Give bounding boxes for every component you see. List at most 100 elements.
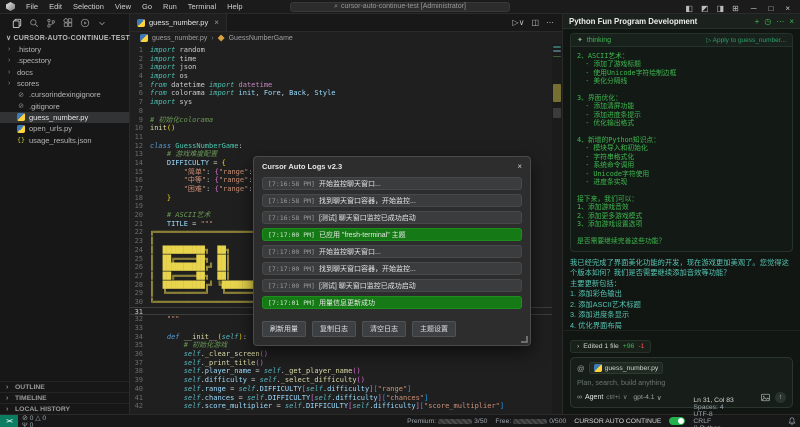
sidebar-item-scores[interactable]: ›scores	[0, 78, 129, 89]
resize-handle[interactable]	[521, 336, 528, 343]
add-chat-icon[interactable]: +	[755, 17, 760, 26]
eol[interactable]: CRLF	[689, 418, 784, 425]
cursor-position[interactable]: Ln 31, Col 83	[689, 397, 784, 404]
sidebar-item-guess-number-py[interactable]: guess_number.py	[0, 112, 129, 123]
tab-close-icon[interactable]: ×	[214, 18, 219, 27]
log-timestamp: [7:17:01 PM]	[268, 299, 315, 307]
command-center-search[interactable]: ⌕ cursor-auto-continue-test [Administrat…	[290, 2, 510, 12]
line-content: import sys	[150, 98, 192, 107]
menu-help[interactable]: Help	[222, 0, 247, 13]
dialog-header[interactable]: Cursor Auto Logs v2.3 ×	[254, 157, 530, 174]
more-actions-icon[interactable]: ⋯	[546, 18, 554, 27]
split-editor-icon[interactable]: ◫	[531, 18, 539, 27]
chevron-right-icon: ›	[8, 80, 13, 87]
sidebar-item-open-urls-py[interactable]: open_urls.py	[0, 123, 129, 134]
explorer-icon[interactable]	[12, 18, 22, 28]
thinking-header[interactable]: ✦ thinking ▷ Apply to guess_number...	[571, 34, 792, 47]
free-usage[interactable]: Free: 0/500	[491, 418, 570, 425]
line-content: import time	[150, 55, 196, 64]
more-icon[interactable]: ⋯	[776, 17, 784, 26]
code-line: 7import sys	[130, 98, 552, 107]
notifications-bell-icon[interactable]	[784, 417, 800, 425]
log-message: [测试] 聊天窗口监控已成功启动	[319, 281, 416, 291]
code-line: 8	[130, 107, 552, 116]
auto-continue-toggle[interactable]	[669, 417, 685, 425]
problems-indicator[interactable]: ⊘ 0 △ 0	[18, 414, 50, 422]
encoding[interactable]: UTF-8	[689, 411, 784, 418]
line-number: 35	[130, 341, 150, 350]
section-outline[interactable]: ›OUTLINE	[0, 381, 129, 392]
sidebar-item--history[interactable]: ›.history	[0, 44, 129, 55]
edited-files-pill[interactable]: › Edited 1 file +96 -1	[570, 340, 651, 353]
minimap[interactable]	[552, 44, 562, 414]
menu-terminal[interactable]: Terminal	[183, 0, 221, 13]
dialog-button-3[interactable]: 主题设置	[412, 321, 456, 337]
toggle-secondary-sidebar-icon[interactable]: ◨	[713, 3, 729, 14]
toggle-primary-sidebar-icon[interactable]: ◧	[681, 3, 697, 14]
log-entry: [7:17:00 PM][测试] 聊天窗口监控已成功启动	[262, 279, 522, 292]
sidebar-item--gitignore[interactable]: ⊘.gitignore	[0, 100, 129, 111]
menu-edit[interactable]: Edit	[44, 0, 67, 13]
toggle-panel-icon[interactable]: ◩	[697, 3, 713, 14]
ports-indicator[interactable]: Ψ 0	[18, 422, 50, 427]
breadcrumb-file[interactable]: guess_number.py	[152, 35, 207, 42]
auto-continue-label[interactable]: CURSOR AUTO CONTINUE	[570, 418, 665, 425]
sidebar-item-usage-results-json[interactable]: {}usage_results.json	[0, 134, 129, 145]
add-context-icon[interactable]: @	[577, 364, 585, 373]
run-button[interactable]: ▷∨	[512, 18, 524, 27]
context-file-pill[interactable]: guess_number.py	[589, 362, 664, 374]
log-list: [7:16:58 PM]开始监控聊天窗口...[7:16:58 PM]找到聊天窗…	[254, 174, 530, 309]
thinking-line: 是否需要继续完善这些功能？	[577, 237, 786, 245]
section-timeline[interactable]: ›TIMELINE	[0, 392, 129, 403]
apply-button[interactable]: ▷ Apply to guess_number...	[706, 36, 786, 44]
code-line: 12class GuessNumberGame:	[130, 142, 552, 151]
log-entry: [7:17:00 PM]找到聊天窗口容器，开始监控...	[262, 262, 522, 275]
chevron-right-icon: ›	[6, 395, 11, 402]
premium-usage[interactable]: Premium: 3/50	[403, 418, 491, 425]
menu-go[interactable]: Go	[137, 0, 157, 13]
tab-guess-number[interactable]: guess_number.py ×	[130, 14, 227, 31]
debug-icon[interactable]	[80, 18, 90, 28]
close-panel-icon[interactable]: ×	[789, 17, 794, 26]
line-number: 16	[130, 176, 150, 185]
remote-indicator[interactable]: ><	[0, 415, 18, 427]
sidebar: ∨ CURSOR-AUTO-CONTINUE-TEST ›.history›.s…	[0, 14, 130, 414]
file-label: .cursorindexingignore	[29, 90, 101, 99]
section-local-history[interactable]: ›LOCAL HISTORY	[0, 403, 129, 414]
minimize-icon[interactable]: ─	[745, 3, 763, 14]
menu-view[interactable]: View	[110, 0, 136, 13]
sidebar-item--specstory[interactable]: ›.specstory	[0, 55, 129, 66]
source-control-icon[interactable]	[46, 18, 56, 28]
customize-layout-icon[interactable]: ⊞	[728, 3, 743, 14]
menu-file[interactable]: File	[21, 0, 43, 13]
line-content: ║	[150, 237, 154, 246]
thinking-line: - Unicode字符使用	[577, 170, 786, 178]
thinking-label: thinking	[587, 37, 611, 44]
python-icon	[17, 125, 25, 133]
dialog-button-0[interactable]: 刷新用量	[262, 321, 306, 337]
explorer-root[interactable]: ∨ CURSOR-AUTO-CONTINUE-TEST	[0, 31, 129, 44]
line-content: from datetime import datetime	[150, 81, 272, 90]
dialog-button-2[interactable]: 清空日志	[362, 321, 406, 337]
breadcrumb-symbol[interactable]: GuessNumberGame	[229, 35, 293, 42]
sidebar-item--cursorindexingignore[interactable]: ⊘.cursorindexingignore	[0, 89, 129, 100]
maximize-icon[interactable]: □	[762, 3, 779, 14]
search-icon[interactable]	[29, 18, 39, 28]
more-chevron-icon[interactable]	[97, 18, 107, 28]
menu-selection[interactable]: Selection	[68, 0, 109, 13]
close-icon[interactable]: ×	[517, 162, 522, 171]
extensions-icon[interactable]	[63, 18, 73, 28]
sidebar-item-docs[interactable]: ›docs	[0, 67, 129, 78]
line-number: 19	[130, 202, 150, 211]
line-content: # 初始化colorama	[150, 116, 213, 125]
chat-input-placeholder[interactable]: Plan, search, build anything	[577, 378, 786, 387]
close-icon[interactable]: ×	[779, 3, 796, 14]
menu-run[interactable]: Run	[158, 0, 182, 13]
additions-count: +96	[623, 343, 635, 350]
indentation[interactable]: Spaces: 4	[689, 404, 784, 411]
code-line: 39 self.difficulty = self._select_diffic…	[130, 376, 552, 385]
dialog-button-1[interactable]: 复制日志	[312, 321, 356, 337]
line-number: 23	[130, 237, 150, 246]
log-message: 开始监控聊天窗口...	[319, 247, 381, 257]
history-icon[interactable]: ◷	[764, 17, 771, 26]
